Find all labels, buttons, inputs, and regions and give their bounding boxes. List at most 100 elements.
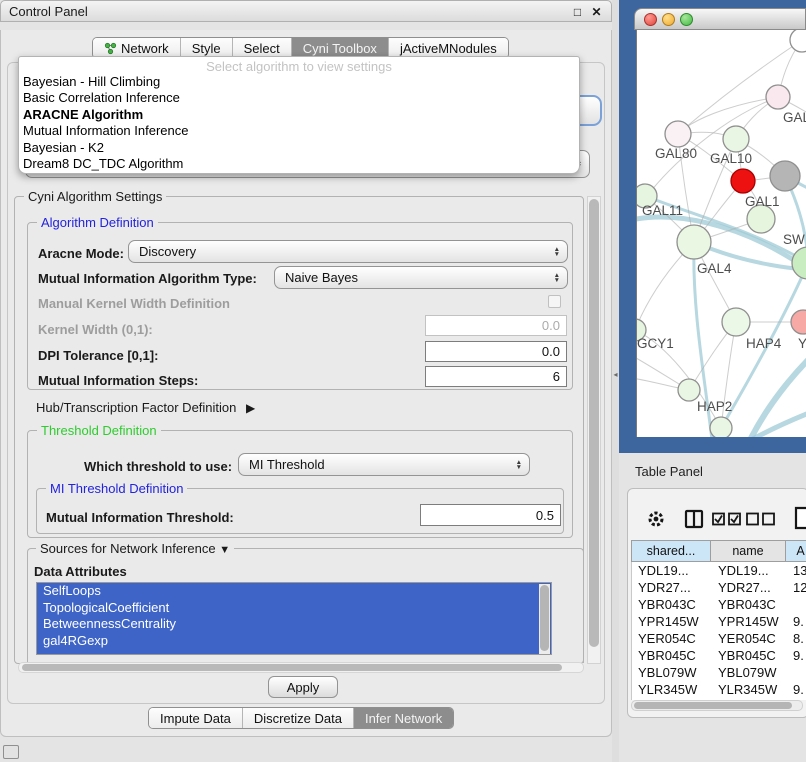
table-cell[interactable]: 9.	[787, 648, 806, 663]
table-cell[interactable]: YBR045C	[632, 648, 712, 663]
table-cell[interactable]: YLR345W	[632, 682, 712, 697]
tab-select[interactable]: Select	[232, 38, 291, 58]
table-cell[interactable]: YER054C	[712, 631, 787, 646]
deselect-all-checkboxes-icon[interactable]	[746, 512, 776, 526]
settings-vertical-scrollbar[interactable]	[587, 196, 601, 664]
sources-legend[interactable]: Sources for Network Inference ▼	[36, 541, 234, 556]
table-cell[interactable]: YPR145W	[712, 614, 787, 629]
table-cell[interactable]: YDL19...	[632, 563, 712, 578]
panel-divider[interactable]	[612, 0, 619, 762]
algorithm-dropdown-item[interactable]: Mutual Information Inference	[19, 123, 579, 139]
table-rows[interactable]: YDL19...YDL19...13YDR27...YDR27...12YBR0…	[631, 562, 806, 700]
network-node[interactable]	[792, 247, 806, 279]
table-cell[interactable]: YPR145W	[632, 614, 712, 629]
network-node[interactable]	[790, 30, 806, 52]
data-attribute-item[interactable]: TopologicalCoefficient	[37, 600, 551, 617]
which-threshold-combobox[interactable]: MI Threshold ▲▼	[238, 453, 530, 476]
settings-horizontal-scrollbar[interactable]	[18, 662, 584, 673]
control-panel-titlebar[interactable]: Control Panel □ ✕	[0, 0, 612, 22]
column-header[interactable]: A	[786, 540, 806, 562]
table-cell[interactable]: YDR27...	[712, 580, 787, 595]
network-node[interactable]	[678, 379, 700, 401]
table-cell[interactable]: YER054C	[632, 631, 712, 646]
minimize-traffic-icon[interactable]	[662, 13, 675, 26]
table-row[interactable]: YBR043CYBR043C	[632, 596, 806, 613]
network-window-titlebar[interactable]	[634, 8, 806, 30]
data-attribute-item[interactable]: SelfLoops	[37, 583, 551, 600]
table-cell[interactable]: YBR043C	[632, 597, 712, 612]
table-row[interactable]: YBR045CYBR045C9.	[632, 647, 806, 664]
hub-section-header[interactable]: Hub/Transcription Factor Definition ▶	[36, 400, 255, 415]
network-node[interactable]	[747, 205, 775, 233]
apply-button[interactable]: Apply	[268, 676, 338, 698]
divider-collapse-handle[interactable]: ◂	[612, 370, 619, 380]
network-node[interactable]	[770, 161, 800, 191]
network-node-label: GAL4	[697, 261, 732, 276]
attributes-scrollbar-thumb[interactable]	[540, 585, 549, 651]
table-cell[interactable]: 8.	[787, 631, 806, 646]
table-row[interactable]: YPR145WYPR145W9.	[632, 613, 806, 630]
dpi-tolerance-field[interactable]: 0.0	[425, 341, 567, 362]
mi-type-combobox[interactable]: Naive Bayes ▲▼	[274, 266, 568, 289]
table-cell[interactable]: 12	[787, 580, 806, 595]
table-cell[interactable]: YBL079W	[632, 665, 712, 680]
network-node[interactable]	[722, 308, 750, 336]
table-cell[interactable]: YBR045C	[712, 648, 787, 663]
close-traffic-icon[interactable]	[644, 13, 657, 26]
attributes-scrollbar[interactable]	[539, 584, 550, 655]
select-all-checkboxes-icon[interactable]	[712, 512, 742, 526]
network-node[interactable]	[710, 417, 732, 437]
table-row[interactable]: YLR345WYLR345W9.	[632, 681, 806, 698]
mi-threshold-field[interactable]: 0.5	[420, 504, 561, 526]
tab-infer-network[interactable]: Infer Network	[353, 708, 453, 728]
table-cell[interactable]: 9.	[787, 682, 806, 697]
tab-jactivemnodules[interactable]: jActiveMNodules	[388, 38, 508, 58]
gear-icon[interactable]	[646, 509, 666, 529]
tab-cyni-toolbox[interactable]: Cyni Toolbox	[291, 38, 388, 58]
algorithm-dropdown-item[interactable]: Basic Correlation Inference	[19, 90, 579, 106]
data-attribute-item[interactable]: BetweennessCentrality	[37, 616, 551, 633]
table-row[interactable]: YER054CYER054C8.	[632, 630, 806, 647]
restore-panel-button[interactable]	[3, 745, 19, 759]
zoom-traffic-icon[interactable]	[680, 13, 693, 26]
algorithm-dropdown-item[interactable]: Dream8 DC_TDC Algorithm	[19, 156, 579, 172]
network-node[interactable]	[766, 85, 790, 109]
tab-network[interactable]: Network	[93, 38, 180, 58]
table-cell[interactable]: YDL19...	[712, 563, 787, 578]
settings-horizontal-scrollbar-thumb[interactable]	[22, 664, 562, 671]
column-header[interactable]: name	[711, 540, 786, 562]
aracne-mode-combobox[interactable]: Discovery ▲▼	[128, 240, 568, 263]
network-canvas[interactable]: GALGAL80GAL10GAL11GAL1SWI4GAL4GCY1HAP4YH…	[636, 30, 806, 437]
table-cell[interactable]: YBR043C	[712, 597, 787, 612]
table-cell[interactable]: 9.	[787, 614, 806, 629]
column-layout-icon[interactable]	[684, 509, 704, 529]
table-horizontal-scrollbar[interactable]	[631, 700, 803, 711]
network-node[interactable]	[723, 126, 749, 152]
table-cell[interactable]: YDR27...	[632, 580, 712, 595]
algorithm-dropdown-item[interactable]: Bayesian - K2	[19, 140, 579, 156]
data-attribute-item[interactable]: gal4RGexp	[37, 633, 551, 650]
network-node[interactable]	[731, 169, 755, 193]
mi-steps-field[interactable]: 6	[425, 366, 567, 387]
column-header[interactable]: shared...	[631, 540, 711, 562]
network-node[interactable]	[665, 121, 691, 147]
table-cell[interactable]: YBL079W	[712, 665, 787, 680]
table-row[interactable]: YDL19...YDL19...13	[632, 562, 806, 579]
network-node[interactable]	[677, 225, 711, 259]
algorithm-dropdown-item[interactable]: Bayesian - Hill Climbing	[19, 74, 579, 90]
network-node[interactable]	[791, 310, 806, 334]
table-cell[interactable]: YLR345W	[712, 682, 787, 697]
export-table-icon[interactable]	[794, 506, 806, 530]
table-row[interactable]: YDR27...YDR27...12	[632, 579, 806, 596]
table-horizontal-scrollbar-thumb[interactable]	[634, 702, 792, 709]
tab-style[interactable]: Style	[180, 38, 232, 58]
tab-impute-data[interactable]: Impute Data	[149, 708, 242, 728]
data-attributes-list[interactable]: SelfLoopsTopologicalCoefficientBetweenne…	[36, 582, 552, 655]
tab-discretize-data[interactable]: Discretize Data	[242, 708, 353, 728]
float-icon[interactable]: □	[570, 4, 585, 19]
table-cell[interactable]: 13	[787, 563, 806, 578]
table-row[interactable]: YBL079WYBL079W	[632, 664, 806, 681]
settings-vertical-scrollbar-thumb[interactable]	[589, 199, 599, 647]
algorithm-dropdown-item[interactable]: ARACNE Algorithm	[19, 107, 579, 123]
close-icon[interactable]: ✕	[589, 4, 604, 19]
